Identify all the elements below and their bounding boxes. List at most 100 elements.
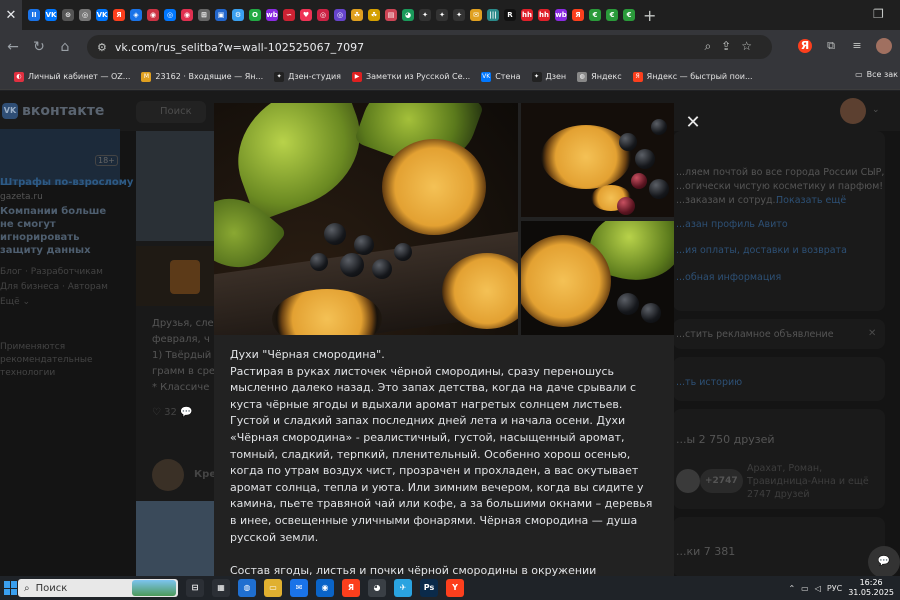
tab-favicon[interactable]: ◉: [147, 9, 159, 21]
bookmark-item[interactable]: ▶ Заметки из Русской Се...: [352, 71, 470, 82]
tab-favicon[interactable]: wb: [555, 9, 567, 21]
tab-favicon[interactable]: VK: [96, 9, 108, 21]
home-button[interactable]: ⌂: [52, 39, 78, 55]
bookmark-item[interactable]: M 23162 · Входящие — Ян...: [141, 71, 263, 82]
tab-favicon[interactable]: ⊞: [198, 9, 210, 21]
star-icon[interactable]: ☆: [741, 39, 762, 53]
tab-favicon[interactable]: hh: [538, 9, 550, 21]
tab-favicon[interactable]: ◎: [334, 9, 346, 21]
tab-favicon[interactable]: €: [623, 9, 635, 21]
tab-favicon[interactable]: ◉: [181, 9, 193, 21]
taskbar-app-icon[interactable]: Y: [446, 579, 464, 597]
chevron-down-icon[interactable]: ⌄: [872, 105, 880, 115]
tab-favicon[interactable]: ✦: [453, 9, 465, 21]
taskbar-app-icon[interactable]: Я: [342, 579, 360, 597]
taskbar-app-icon[interactable]: Ps: [420, 579, 438, 597]
bookmark-item[interactable]: ✦ Дзен-студия: [274, 71, 341, 82]
active-tab-close-button[interactable]: ✕: [0, 0, 22, 30]
clock[interactable]: 16:26 31.05.2025: [848, 578, 894, 598]
taskbar-app-icon[interactable]: ⊟: [186, 579, 204, 597]
friends-count-badge[interactable]: +2747: [700, 469, 743, 493]
tab-favicon[interactable]: R: [504, 9, 516, 21]
tab-favicon[interactable]: ∽: [283, 9, 295, 21]
tab-favicon[interactable]: €: [606, 9, 618, 21]
language-indicator[interactable]: РУС: [827, 584, 842, 593]
close-icon[interactable]: ✕: [868, 328, 876, 339]
add-story-link[interactable]: ...ть историю: [676, 377, 742, 388]
payment-info-link[interactable]: ...ия оплаты, доставки и возврата: [676, 245, 847, 256]
friends-title[interactable]: ...ы 2 750 друзей: [676, 433, 775, 446]
post-image[interactable]: [136, 246, 216, 306]
taskbar-app-icon[interactable]: ◕: [368, 579, 386, 597]
yandex-extension-icon[interactable]: Я: [798, 39, 812, 53]
tab-favicon[interactable]: ✦: [419, 9, 431, 21]
vk-user-avatar[interactable]: [840, 98, 866, 124]
tab-favicon[interactable]: ✉: [470, 9, 482, 21]
profile-avatar[interactable]: [876, 38, 892, 54]
share-icon[interactable]: ⇪: [721, 39, 741, 53]
taskbar-app-icon[interactable]: ✈: [394, 579, 412, 597]
gallery-photo-main[interactable]: [214, 103, 518, 335]
show-more-link[interactable]: Показать ещё: [776, 195, 846, 206]
ad-title[interactable]: Штрафы по-взрослому: [0, 177, 133, 188]
reading-list-icon[interactable]: ≡: [850, 39, 864, 53]
tray-chevron-icon[interactable]: ⌃: [788, 584, 795, 593]
tab-favicon[interactable]: O: [249, 9, 261, 21]
create-ad-label[interactable]: ...стить рекламное объявление: [676, 328, 834, 342]
tab-favicon[interactable]: ☘: [351, 9, 363, 21]
tab-favicon[interactable]: ⊙: [62, 9, 74, 21]
tab-favicon[interactable]: ▣: [215, 9, 227, 21]
volume-icon[interactable]: ◁: [815, 584, 821, 593]
footer-links[interactable]: Блог · Разработчикам Для бизнеса · Автор…: [0, 265, 115, 310]
vk-search-input[interactable]: Поиск: [136, 101, 206, 123]
clips-title[interactable]: ...ки 7 381: [676, 545, 735, 558]
new-tab-button[interactable]: +: [643, 6, 656, 25]
network-icon[interactable]: ▭: [801, 584, 809, 593]
tab-favicon[interactable]: ♥: [300, 9, 312, 21]
site-info-icon[interactable]: ⚙: [97, 41, 107, 54]
tab-favicon[interactable]: ◎: [317, 9, 329, 21]
ad-site[interactable]: gazeta.ru: [0, 192, 43, 202]
tab-favicon[interactable]: ◕: [402, 9, 414, 21]
extensions-icon[interactable]: ⧉: [824, 39, 838, 53]
vk-logo[interactable]: VK вконтакте: [2, 103, 104, 119]
taskbar-app-icon[interactable]: ◉: [316, 579, 334, 597]
gallery-photo-2[interactable]: [521, 103, 674, 217]
taskbar-app-icon[interactable]: ▦: [212, 579, 230, 597]
start-button[interactable]: [4, 581, 18, 595]
tab-favicon[interactable]: wb: [266, 9, 278, 21]
back-button[interactable]: ←: [0, 39, 26, 55]
bookmark-item[interactable]: ◍ Яндекс: [577, 71, 622, 82]
post-image[interactable]: [136, 131, 216, 241]
details-link[interactable]: ...обная информация: [676, 272, 781, 283]
tab-favicon[interactable]: VK: [45, 9, 57, 21]
tab-favicon[interactable]: |||: [487, 9, 499, 21]
tab-favicon[interactable]: II: [28, 9, 40, 21]
tab-favicon[interactable]: ◎: [164, 9, 176, 21]
taskbar-app-icon[interactable]: ▭: [264, 579, 282, 597]
tab-favicon[interactable]: hh: [521, 9, 533, 21]
post-image[interactable]: [136, 501, 216, 576]
post-author-avatar[interactable]: [152, 459, 184, 491]
close-modal-button[interactable]: ✕: [682, 112, 704, 134]
all-bookmarks[interactable]: ▭ Все зак: [855, 70, 900, 79]
taskbar-app-icon[interactable]: ◍: [238, 579, 256, 597]
tab-favicon[interactable]: ☘: [368, 9, 380, 21]
restore-window-button[interactable]: ❐: [873, 7, 884, 21]
tab-favicon[interactable]: ⚙: [232, 9, 244, 21]
post-author[interactable]: Кре: [194, 469, 216, 480]
tab-favicon[interactable]: ▤: [385, 9, 397, 21]
ad-text[interactable]: Компании больше не смогут игнорировать з…: [0, 205, 110, 257]
bookmark-item[interactable]: ◐ Личный кабинет — OZ...: [14, 71, 130, 82]
friend-avatar[interactable]: [676, 469, 700, 493]
chat-icon[interactable]: 💬: [868, 546, 900, 576]
tab-favicon[interactable]: €: [589, 9, 601, 21]
address-url[interactable]: vk.com/rus_selitba?w=wall-102525067_7097: [115, 41, 364, 54]
bookmark-item[interactable]: Я Яндекс — быстрый пои...: [632, 71, 753, 82]
tab-favicon[interactable]: Я: [113, 9, 125, 21]
taskbar-app-icon[interactable]: ✉: [290, 579, 308, 597]
taskbar-search[interactable]: ⌕ Поиск: [18, 579, 178, 597]
tab-favicon[interactable]: ◎: [79, 9, 91, 21]
avito-profile-link[interactable]: ...азан профиль Авито: [676, 219, 788, 230]
bookmark-item[interactable]: ✦ Дзен: [531, 71, 566, 82]
